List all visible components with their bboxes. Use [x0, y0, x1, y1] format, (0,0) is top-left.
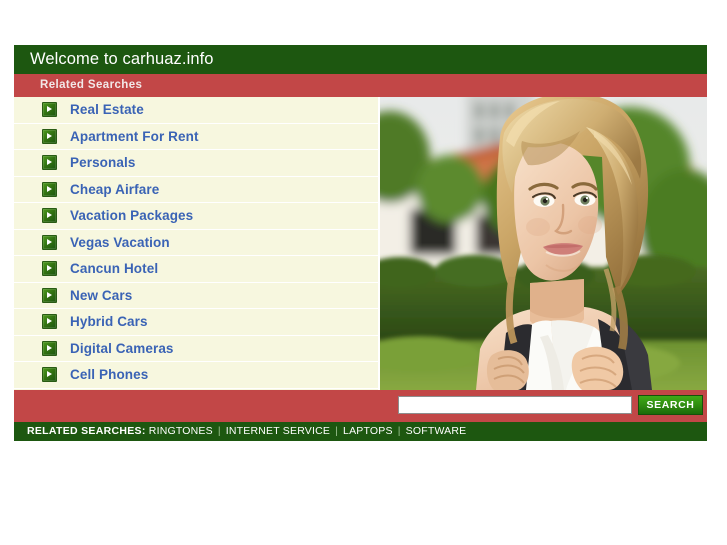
hero-photo: [380, 97, 707, 390]
page-title: Welcome to carhuaz.info: [14, 45, 707, 74]
related-search-item[interactable]: New Cars: [14, 282, 378, 309]
related-searches-label: RELATED SEARCHES:: [27, 425, 146, 437]
related-search-item-label: Cheap Airfare: [70, 181, 160, 197]
related-searches-separator: |: [397, 425, 401, 437]
related-searches-link[interactable]: LAPTOPS: [343, 425, 393, 437]
related-searches-separator: |: [217, 425, 221, 437]
arrow-right-icon: [42, 181, 57, 197]
arrow-right-icon: [42, 128, 57, 144]
related-searches-separator: |: [335, 425, 339, 437]
related-search-item-label: Real Estate: [70, 102, 144, 118]
related-search-item[interactable]: Digital Cameras: [14, 335, 378, 362]
content-card: Welcome to carhuaz.info Related Searches…: [14, 45, 707, 441]
arrow-right-icon: [42, 102, 57, 118]
search-button[interactable]: SEARCH: [638, 395, 703, 415]
arrow-right-icon: [42, 234, 57, 250]
related-search-item-label: New Cars: [70, 287, 133, 303]
related-searches-links: RINGTONES | INTERNET SERVICE | LAPTOPS | SOFTW…: [149, 425, 467, 437]
related-search-item[interactable]: Vegas Vacation: [14, 229, 378, 256]
arrow-right-icon: [42, 367, 57, 383]
related-search-item-label: Apartment For Rent: [70, 128, 199, 144]
related-search-item-label: Hybrid Cars: [70, 314, 148, 330]
related-searches-bar: RELATED SEARCHES: RINGTONES | INTERNET SER…: [14, 422, 707, 441]
page-root: Welcome to carhuaz.info Related Searches…: [0, 0, 727, 545]
related-searches-link[interactable]: INTERNET SERVICE: [226, 425, 330, 437]
arrow-right-icon: [42, 287, 57, 303]
body-row: Real Estate Apartment For Rent Personals Ch…: [14, 97, 707, 390]
related-search-item-label: Cell Phones: [70, 367, 149, 383]
related-search-item[interactable]: Apartment For Rent: [14, 123, 378, 150]
arrow-right-icon: [42, 208, 57, 224]
section-heading-related-searches: Related Searches: [14, 74, 707, 97]
related-search-item-label: Digital Cameras: [70, 340, 174, 356]
related-search-item[interactable]: Cell Phones: [14, 362, 378, 389]
related-searches-link[interactable]: RINGTONES: [149, 425, 213, 437]
related-search-list: Real Estate Apartment For Rent Personals Ch…: [14, 97, 380, 390]
search-strip: SEARCH: [14, 390, 707, 422]
related-search-item[interactable]: Personals: [14, 150, 378, 177]
related-search-item[interactable]: Real Estate: [14, 97, 378, 124]
related-search-item-label: Vegas Vacation: [70, 234, 170, 250]
related-search-item[interactable]: Vacation Packages: [14, 203, 378, 230]
related-search-item-label: Cancun Hotel: [70, 261, 159, 277]
related-search-item[interactable]: Cheap Airfare: [14, 176, 378, 203]
arrow-right-icon: [42, 155, 57, 171]
related-search-item-label: Vacation Packages: [70, 208, 194, 224]
arrow-right-icon: [42, 314, 57, 330]
arrow-right-icon: [42, 340, 57, 356]
related-search-item-label: Personals: [70, 155, 136, 171]
related-searches-link[interactable]: SOFTWARE: [406, 425, 467, 437]
arrow-right-icon: [42, 261, 57, 277]
related-search-item[interactable]: Cancun Hotel: [14, 256, 378, 283]
related-search-item[interactable]: Hybrid Cars: [14, 309, 378, 336]
search-input[interactable]: [398, 396, 632, 414]
